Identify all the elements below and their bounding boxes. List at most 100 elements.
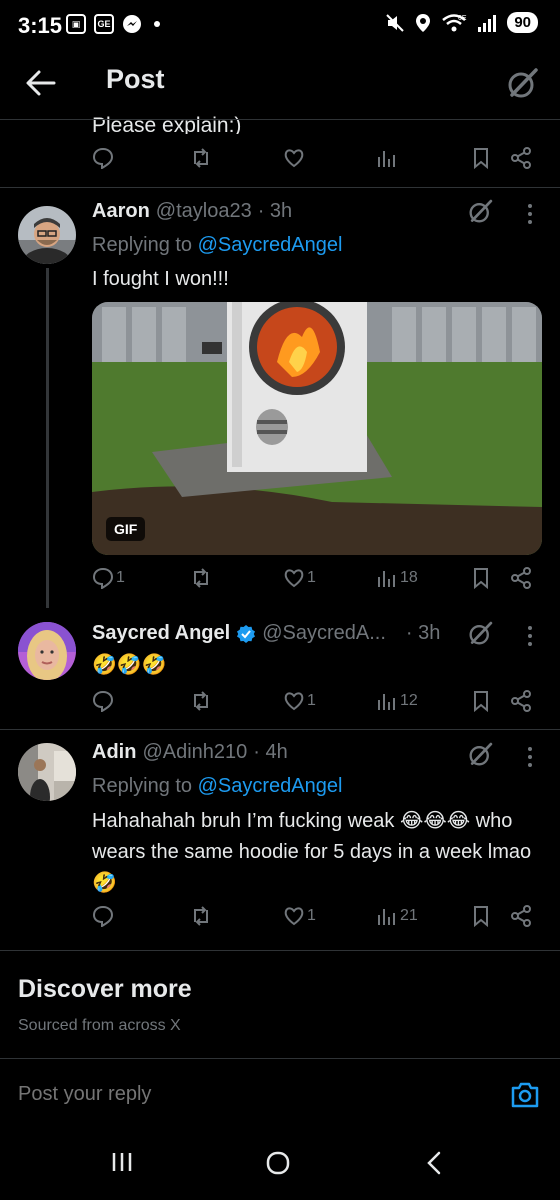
- reply-input[interactable]: [18, 1083, 438, 1106]
- tweet-time: · 4h: [253, 741, 288, 763]
- comment-icon: [92, 690, 114, 712]
- more-notifications-dot: [154, 21, 160, 27]
- reply-button[interactable]: [92, 905, 116, 927]
- gif-media[interactable]: GIF: [92, 302, 542, 555]
- author-handle[interactable]: @SaycredA...: [262, 622, 386, 645]
- share-button[interactable]: [510, 905, 532, 927]
- repost-icon: [194, 568, 208, 588]
- tweet-header: Saycred Angel @SaycredA... · 3h: [92, 622, 440, 645]
- avatar-aaron-image: [18, 206, 76, 264]
- network-label: 6E: [458, 15, 467, 22]
- battery-level: 90: [507, 12, 538, 33]
- like-button[interactable]: 1: [283, 567, 316, 589]
- author-name[interactable]: Saycred Angel: [92, 622, 230, 645]
- grok-icon: [508, 68, 538, 98]
- avatar[interactable]: [18, 622, 76, 680]
- views-button[interactable]: 21: [376, 905, 418, 927]
- like-count: 1: [307, 569, 316, 586]
- mention-link[interactable]: @SaycredAngel: [198, 234, 343, 256]
- repost-button[interactable]: [190, 905, 214, 927]
- divider: [0, 950, 560, 951]
- like-button[interactable]: 1: [283, 690, 316, 712]
- avatar[interactable]: [18, 743, 76, 801]
- more-options-button[interactable]: [524, 745, 536, 769]
- replying-to: Replying to @SaycredAngel: [92, 234, 343, 256]
- reply-button[interactable]: 1: [92, 567, 125, 589]
- repost-icon: [194, 148, 208, 168]
- reply-button[interactable]: [92, 690, 116, 712]
- replying-to: Replying to @SaycredAngel: [92, 775, 343, 797]
- tweet-header: Adin @Adinh210 · 4h: [92, 741, 288, 764]
- arrow-left-icon: [26, 70, 56, 96]
- share-icon: [511, 905, 531, 927]
- share-button[interactable]: [510, 567, 532, 589]
- bookmark-button[interactable]: [470, 905, 492, 927]
- system-back-button[interactable]: [424, 1150, 444, 1176]
- like-button[interactable]: 1: [283, 905, 316, 927]
- discover-more-heading: Discover more: [18, 975, 192, 1003]
- tweet-actions: 1 1 18: [0, 567, 560, 597]
- author-name[interactable]: Aaron: [92, 200, 150, 223]
- avatar-saycred-image: [18, 622, 76, 680]
- share-icon: [511, 147, 531, 169]
- share-button[interactable]: [510, 690, 532, 712]
- author-handle[interactable]: @Adinh210: [142, 741, 247, 764]
- tweet-time: · 3h: [405, 622, 441, 644]
- like-count: 1: [307, 907, 316, 924]
- analytics-icon: [378, 571, 395, 587]
- heart-icon: [284, 149, 304, 168]
- grok-button[interactable]: [504, 66, 540, 102]
- status-system-icons: 6E 90: [385, 12, 538, 33]
- avatar[interactable]: [18, 206, 76, 264]
- view-count: 21: [400, 907, 418, 924]
- verified-badge-icon: [237, 624, 256, 643]
- author-handle[interactable]: @tayloa23: [156, 200, 252, 223]
- recent-apps-button[interactable]: [110, 1150, 134, 1174]
- grok-explain-button[interactable]: [466, 741, 494, 769]
- repost-button[interactable]: [190, 690, 214, 712]
- status-notification-icons: ▣ GE: [66, 14, 160, 34]
- view-count: 12: [400, 692, 418, 709]
- more-options-button[interactable]: [524, 624, 536, 648]
- repost-button[interactable]: [190, 567, 214, 589]
- chevron-left-icon: [427, 1151, 441, 1175]
- views-button[interactable]: 12: [376, 690, 418, 712]
- comment-icon: [92, 567, 114, 589]
- bookmark-button[interactable]: [470, 690, 492, 712]
- reply-button[interactable]: [92, 147, 114, 169]
- more-vertical-icon: [528, 204, 532, 224]
- more-options-button[interactable]: [524, 202, 536, 226]
- bookmark-icon: [474, 148, 488, 169]
- share-button[interactable]: [510, 147, 532, 169]
- system-nav-bar: [0, 1130, 560, 1200]
- grok-explain-button[interactable]: [466, 198, 494, 226]
- gif-image: [92, 302, 542, 555]
- analytics-icon: [378, 151, 395, 167]
- bookmark-icon: [474, 568, 488, 589]
- reply-count: 1: [116, 569, 125, 586]
- views-button[interactable]: 18: [376, 567, 418, 589]
- author-name[interactable]: Adin: [92, 741, 136, 764]
- screenshot-icon: ▣: [66, 14, 86, 34]
- bookmark-button[interactable]: [470, 567, 492, 589]
- home-button[interactable]: [265, 1150, 291, 1176]
- header-divider: [0, 119, 560, 120]
- more-vertical-icon: [528, 747, 532, 767]
- previous-post-actions: [0, 147, 560, 177]
- views-button[interactable]: [376, 147, 398, 169]
- ge-badge-icon: GE: [94, 14, 114, 34]
- recent-apps-icon: [112, 1153, 132, 1171]
- gif-badge: GIF: [106, 517, 146, 541]
- tweet-text: I fought I won!!!: [92, 268, 229, 290]
- mention-link[interactable]: @SaycredAngel: [198, 775, 343, 797]
- tweet-text: 🤣🤣🤣: [92, 654, 167, 676]
- view-count: 18: [400, 569, 418, 586]
- repost-button[interactable]: [190, 147, 212, 169]
- camera-button[interactable]: [510, 1081, 540, 1109]
- back-button[interactable]: [24, 66, 58, 100]
- bookmark-button[interactable]: [470, 147, 492, 169]
- like-button[interactable]: [283, 147, 305, 169]
- comment-icon: [92, 905, 114, 927]
- divider: [0, 187, 560, 188]
- grok-explain-button[interactable]: [466, 620, 494, 648]
